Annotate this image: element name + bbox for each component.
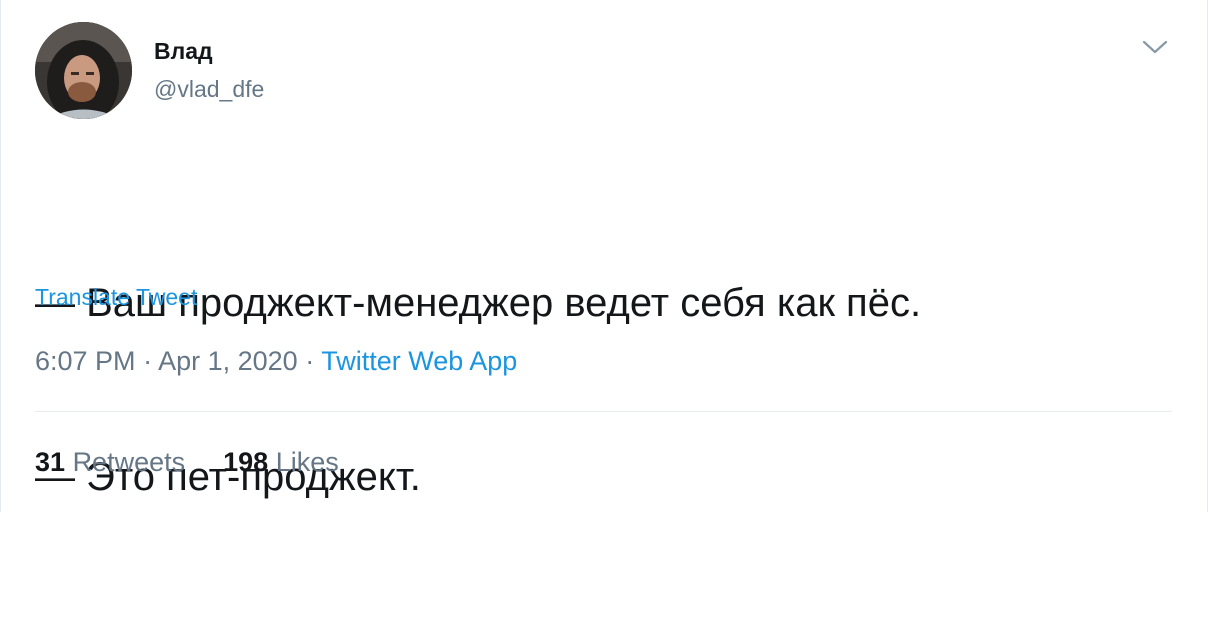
retweets-count: 31 xyxy=(35,447,66,477)
tweet-card: Влад @vlad_dfe — Ваш проджект-менеджер в… xyxy=(0,0,1208,512)
tweet-date[interactable]: Apr 1, 2020 xyxy=(158,346,298,376)
author-handle[interactable]: @vlad_dfe xyxy=(154,76,264,103)
divider xyxy=(35,411,1172,412)
author-name[interactable]: Влад xyxy=(154,38,213,65)
chevron-down-icon[interactable] xyxy=(1142,36,1168,58)
retweets-label: Retweets xyxy=(72,447,186,477)
tweet-meta: 6:07 PM · Apr 1, 2020 · Twitter Web App xyxy=(35,346,517,377)
likes-label: Likes xyxy=(275,447,339,477)
tweet-source-link[interactable]: Twitter Web App xyxy=(321,346,517,376)
likes-stat[interactable]: 198 Likes xyxy=(223,447,339,477)
tweet-time[interactable]: 6:07 PM xyxy=(35,346,136,376)
retweets-stat[interactable]: 31 Retweets xyxy=(35,447,185,477)
translate-tweet-link[interactable]: Translate Tweet xyxy=(35,284,197,311)
tweet-text: — Ваш проджект-менеджер ведет себя как п… xyxy=(35,158,921,622)
likes-count: 198 xyxy=(223,447,269,477)
meta-separator: · xyxy=(135,346,159,376)
tweet-stats: 31 Retweets 198 Likes xyxy=(35,447,339,478)
meta-separator: · xyxy=(297,346,322,376)
avatar[interactable] xyxy=(35,22,132,119)
